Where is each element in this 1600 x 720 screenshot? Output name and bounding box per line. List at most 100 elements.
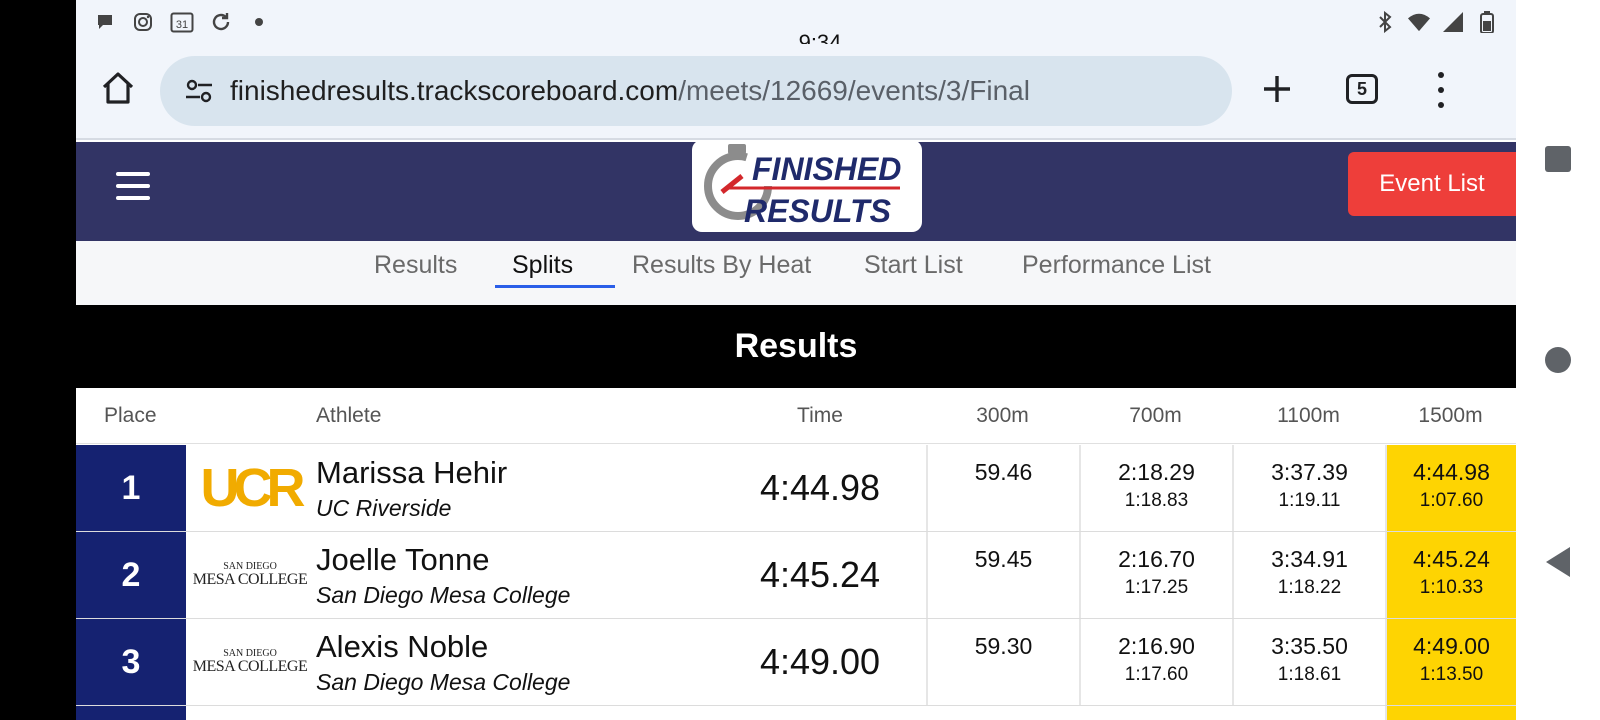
calendar-icon: 31 bbox=[170, 11, 194, 33]
final-time: 4:45.24 bbox=[759, 554, 881, 595]
split-lap: 1:17.25 bbox=[1124, 577, 1189, 598]
home-icon[interactable] bbox=[100, 70, 136, 106]
tab-results[interactable]: Results bbox=[374, 241, 457, 289]
split-cumulative: 2:18.29 bbox=[1118, 459, 1195, 485]
url-domain: finishedresults.trackscoreboard.com bbox=[230, 75, 679, 106]
dot-icon bbox=[248, 11, 270, 33]
athlete-team: San Diego Mesa College bbox=[316, 582, 571, 608]
split-cumulative: 59.30 bbox=[974, 633, 1033, 659]
place-cell: 3 bbox=[76, 619, 186, 705]
final-time: 4:44.98 bbox=[759, 467, 881, 508]
new-tab-icon[interactable] bbox=[1260, 72, 1294, 111]
square-icon bbox=[1545, 146, 1571, 172]
place-cell bbox=[76, 706, 186, 720]
bluetooth-icon bbox=[1374, 11, 1396, 33]
table-row[interactable]: 2 SAN DIEGO MESA COLLEGE Joelle Tonne San… bbox=[76, 532, 1516, 619]
split-lap: 1:18.83 bbox=[1124, 490, 1189, 511]
chat-icon bbox=[94, 11, 116, 33]
split-cell: 2:16.90 1:17.60 bbox=[1079, 619, 1232, 705]
final-split-cell: 4:45.24 1:10.33 bbox=[1385, 532, 1516, 618]
split-cell: 2:18.29 1:18.83 bbox=[1079, 445, 1232, 531]
tab-switcher-button[interactable]: 5 bbox=[1346, 74, 1378, 104]
home-button[interactable] bbox=[1516, 347, 1600, 373]
browser-toolbar: finishedresults.trackscoreboard.com/meet… bbox=[76, 44, 1516, 140]
team-logo: SAN DIEGO MESA COLLEGE bbox=[186, 532, 314, 618]
col-time: Time bbox=[797, 404, 843, 427]
split-cumulative: 59.45 bbox=[974, 546, 1033, 572]
team-logo: SAN DIEGO MESA COLLEGE bbox=[186, 619, 314, 705]
status-bar: 9:34 31 bbox=[76, 0, 1516, 55]
hamburger-menu-icon[interactable] bbox=[116, 172, 150, 200]
table-row[interactable]: 3 SAN DIEGO MESA COLLEGE Alexis Noble San… bbox=[76, 619, 1516, 706]
site-settings-icon[interactable] bbox=[184, 76, 214, 106]
tab-start-list[interactable]: Start List bbox=[864, 241, 963, 289]
athlete-team: UC Riverside bbox=[316, 495, 452, 521]
split-cumulative: 4:45.24 bbox=[1413, 546, 1490, 572]
split-cell: 59.45 bbox=[926, 532, 1079, 618]
split-cell: 3:35.50 1:18.61 bbox=[1232, 619, 1385, 705]
team-logo: UCR bbox=[186, 445, 314, 531]
col-place: Place bbox=[104, 404, 157, 427]
event-list-button[interactable]: Event List bbox=[1348, 152, 1516, 216]
results-tab-nav: Results Splits Results By Heat Start Lis… bbox=[76, 241, 1516, 305]
split-cell: 59.46 bbox=[926, 445, 1079, 531]
place-cell: 1 bbox=[76, 445, 186, 531]
col-split-1500m: 1500m bbox=[1418, 404, 1483, 427]
split-lap: 1:18.22 bbox=[1277, 577, 1342, 598]
final-split-cell: 4:44.98 1:07.60 bbox=[1385, 445, 1516, 531]
col-split-1100m: 1100m bbox=[1277, 404, 1340, 427]
split-cell: 3:34.91 1:18.22 bbox=[1232, 532, 1385, 618]
calendar-day: 31 bbox=[176, 19, 188, 31]
battery-icon bbox=[1476, 11, 1498, 33]
address-bar[interactable]: finishedresults.trackscoreboard.com/meet… bbox=[160, 56, 1232, 126]
sdmc-logo: SAN DIEGO MESA COLLEGE bbox=[192, 648, 308, 675]
split-lap: 1:07.60 bbox=[1419, 490, 1484, 511]
circle-icon bbox=[1545, 347, 1571, 373]
split-cell: 3:37.39 1:19.11 bbox=[1232, 445, 1385, 531]
athlete-name[interactable]: Joelle Tonne bbox=[316, 542, 490, 578]
site-header: FINISHED RESULTS Event List bbox=[76, 140, 1516, 241]
athlete-name[interactable]: Marissa Hehir bbox=[316, 455, 507, 491]
recents-button[interactable] bbox=[1516, 146, 1600, 172]
final-split-cell bbox=[1385, 706, 1516, 720]
split-cell: 2:16.70 1:17.25 bbox=[1079, 532, 1232, 618]
split-cumulative: 4:49.00 bbox=[1413, 633, 1490, 659]
col-split-300m: 300m bbox=[976, 404, 1029, 427]
instagram-icon bbox=[132, 11, 154, 33]
section-title: Results bbox=[76, 305, 1516, 388]
split-cumulative: 3:37.39 bbox=[1271, 459, 1348, 485]
split-lap: 1:17.60 bbox=[1124, 664, 1189, 685]
tab-splits[interactable]: Splits bbox=[512, 241, 573, 289]
col-athlete: Athlete bbox=[316, 404, 382, 427]
url-path: /meets/12669/events/3/Final bbox=[678, 75, 1030, 106]
sync-icon bbox=[210, 11, 232, 33]
split-lap: 1:18.61 bbox=[1277, 664, 1342, 685]
active-tab-indicator bbox=[495, 285, 615, 288]
split-lap: 1:10.33 bbox=[1419, 577, 1484, 598]
sdmc-logo: SAN DIEGO MESA COLLEGE bbox=[192, 561, 308, 588]
tab-performance-list[interactable]: Performance List bbox=[1022, 241, 1211, 289]
final-time: 4:49.00 bbox=[759, 641, 881, 682]
table-header: Place Athlete Time 300m 700m 1100m 1500m bbox=[76, 388, 1516, 444]
split-cumulative: 2:16.90 bbox=[1118, 633, 1195, 659]
split-lap: 1:19.11 bbox=[1278, 490, 1341, 511]
col-split-700m: 700m bbox=[1129, 404, 1182, 427]
athlete-name[interactable]: Alexis Noble bbox=[316, 629, 488, 665]
signal-icon bbox=[1442, 11, 1464, 33]
finished-results-logo[interactable]: FINISHED RESULTS bbox=[692, 140, 922, 232]
split-cumulative: 3:35.50 bbox=[1271, 633, 1348, 659]
phone-screen: 9:34 31 finishedresults.trackscoreboard.… bbox=[76, 0, 1516, 720]
tab-results-by-heat[interactable]: Results By Heat bbox=[632, 241, 811, 289]
place-cell: 2 bbox=[76, 532, 186, 618]
split-cumulative: 3:34.91 bbox=[1271, 546, 1348, 572]
back-button[interactable] bbox=[1516, 547, 1600, 577]
browser-menu-icon[interactable] bbox=[1436, 72, 1446, 108]
split-cumulative: 59.46 bbox=[974, 459, 1033, 485]
athlete-team: San Diego Mesa College bbox=[316, 669, 571, 695]
table-row-partial[interactable] bbox=[76, 706, 1516, 720]
logo-line2: RESULTS bbox=[744, 193, 892, 229]
split-cumulative: 4:44.98 bbox=[1413, 459, 1490, 485]
split-lap: 1:13.50 bbox=[1419, 664, 1484, 685]
table-row[interactable]: 1 UCR Marissa Hehir UC Riverside 4:44.98… bbox=[76, 445, 1516, 532]
ucr-logo: UCR bbox=[200, 458, 306, 518]
